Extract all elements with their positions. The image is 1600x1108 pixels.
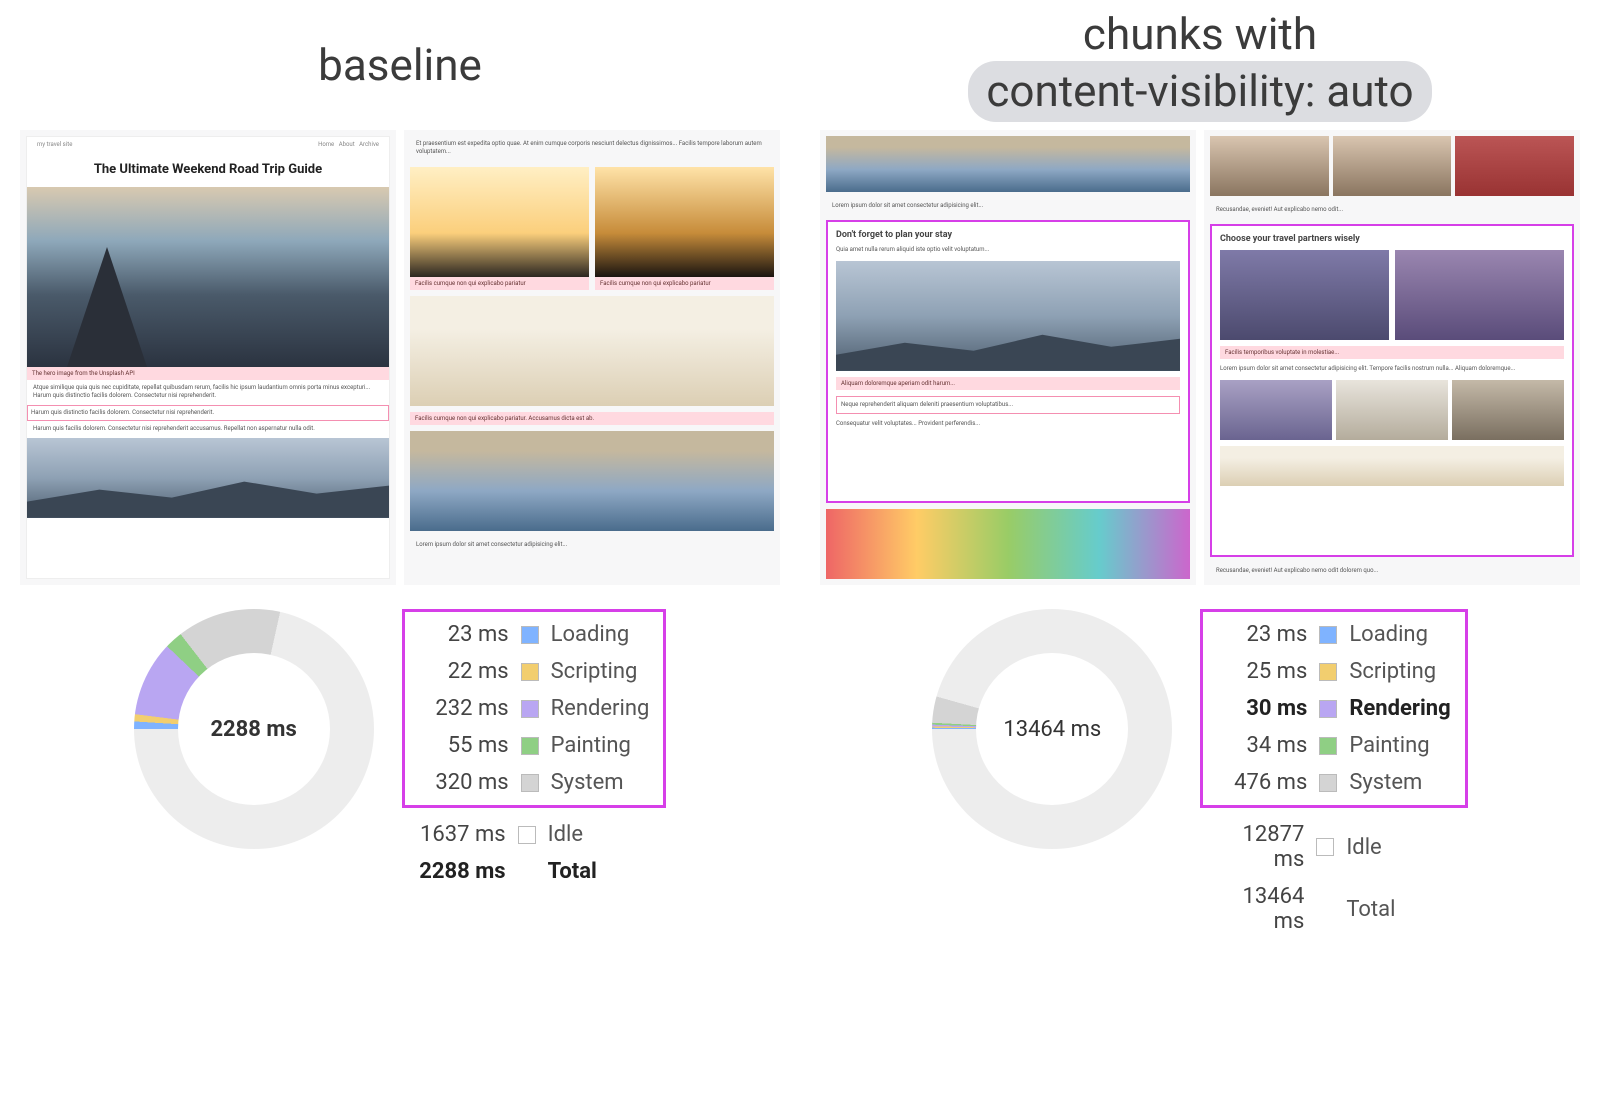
cv-title: chunks with content-visibility: auto	[968, 8, 1431, 122]
mock-hero-caption: The hero image from the Unsplash API	[27, 367, 389, 380]
mock-thumb	[1455, 136, 1574, 196]
mock-thumb-row	[1210, 136, 1574, 196]
cv-perf-summary: 13464 ms 23 msLoading 25 msScripting 30 …	[820, 609, 1580, 944]
cv-screenshots: Lorem ipsum dolor sit amet consectetur a…	[820, 130, 1580, 585]
mock-thumb	[1210, 136, 1329, 196]
legend-row-scripting: 25 msScripting	[1217, 659, 1450, 684]
cv-selected-chunk-left: Don't forget to plan your stay Quia amet…	[826, 220, 1190, 503]
mock-text: Quia amet nulla rerum aliquid iste optio…	[836, 246, 1180, 254]
cv-legend-wrap: 23 msLoading 25 msScripting 30 msRenderi…	[1200, 609, 1467, 944]
mock-hero-image	[27, 187, 389, 367]
cv-title-pill: content-visibility: auto	[968, 61, 1431, 122]
swatch-rendering	[521, 700, 539, 718]
mock-body-text-2: Harum quis facilis dolorem. Consectetur …	[27, 421, 389, 437]
swatch-painting	[521, 737, 539, 755]
chunk-heading: Choose your travel partners wisely	[1220, 234, 1564, 244]
mock-body-text-3: Et praesentium est expedita optio quae. …	[410, 136, 774, 161]
legend-row-idle: 12877 msIdle	[1214, 822, 1453, 872]
baseline-donut-total: 2288 ms	[210, 717, 296, 742]
legend-row-loading: 23 msLoading	[419, 622, 650, 647]
baseline-legend-wrap: 23 msLoading 22 msScripting 232 msRender…	[402, 609, 667, 894]
legend-row-painting: 34 msPainting	[1217, 733, 1450, 758]
mock-caption: Facilis cumque non qui explicabo pariatu…	[410, 412, 774, 425]
swatch-painting	[1319, 737, 1337, 755]
mock-thumb	[1336, 380, 1448, 440]
cv-screenshot-left: Lorem ipsum dolor sit amet consectetur a…	[820, 130, 1196, 585]
swatch-system	[521, 774, 539, 792]
mock-text: Recusandae, eveniet! Aut explicabo nemo …	[1210, 563, 1574, 579]
cv-title-line1: chunks with	[968, 8, 1431, 61]
mock-text: Recusandae, eveniet! Aut explicabo nemo …	[1210, 202, 1574, 218]
baseline-screenshot-left: my travel siteHome About Archive The Ult…	[20, 130, 396, 585]
legend-row-system: 476 msSystem	[1217, 770, 1450, 795]
cv-donut-chart: 13464 ms	[932, 609, 1172, 849]
swatch-idle	[518, 826, 536, 844]
cv-donut-total: 13464 ms	[1003, 717, 1101, 742]
swatch-scripting	[521, 663, 539, 681]
mock-thumb	[1452, 380, 1564, 440]
legend-row-painting: 55 msPainting	[419, 733, 650, 758]
mock-callout: Harum quis distinctio facilis dolorem. C…	[27, 405, 389, 421]
legend-row-rendering: 232 msRendering	[419, 696, 650, 721]
cv-screenshot-right: Recusandae, eveniet! Aut explicabo nemo …	[1204, 130, 1580, 585]
swatch-scripting	[1319, 663, 1337, 681]
baseline-legend-highlighted: 23 msLoading 22 msScripting 232 msRender…	[402, 609, 667, 808]
mock-caption: Facilis temporibus voluptate in molestia…	[1220, 346, 1564, 359]
baseline-perf-summary: 2288 ms 23 msLoading 22 msScripting 232 …	[20, 609, 780, 894]
legend-row-total: 13464 msTotal	[1214, 884, 1453, 934]
mock-purple-image	[1395, 250, 1564, 340]
swatch-loading	[521, 626, 539, 644]
comparison-figure: baseline my travel siteHome About Archiv…	[0, 0, 1600, 964]
mock-bike-image: Facilis cumque non qui explicabo pariatu…	[410, 167, 589, 290]
mock-image-pair	[1220, 250, 1564, 340]
baseline-screenshot-right: Et praesentium est expedita optio quae. …	[404, 130, 780, 585]
mock-denim-image	[410, 431, 774, 531]
mock-thumb	[1333, 136, 1452, 196]
swatch-system	[1319, 774, 1337, 792]
baseline-column: baseline my travel siteHome About Archiv…	[0, 0, 800, 964]
chunk-heading: Don't forget to plan your stay	[836, 230, 1180, 240]
mock-nav: my travel siteHome About Archive	[27, 137, 389, 152]
mock-mountain-image	[27, 438, 389, 518]
mock-silhouette-image: Facilis cumque non qui explicabo pariatu…	[595, 167, 774, 290]
mock-beach-image	[1220, 446, 1564, 486]
baseline-title-row: baseline	[318, 0, 482, 130]
mock-callout: Neque reprehenderit aliquam deleniti pra…	[836, 396, 1180, 414]
cv-legend-extra: 12877 msIdle 13464 msTotal	[1200, 808, 1467, 944]
baseline-title: baseline	[318, 39, 482, 91]
blog-page-mock: my travel siteHome About Archive The Ult…	[26, 136, 390, 579]
mock-beach-image	[410, 296, 774, 406]
baseline-legend-extra: 1637 msIdle 2288 msTotal	[402, 808, 667, 894]
cv-legend-highlighted: 23 msLoading 25 msScripting 30 msRenderi…	[1200, 609, 1467, 808]
mock-thumb-row	[1220, 380, 1564, 440]
mock-text: Consequatur velit voluptates... Providen…	[836, 420, 1180, 428]
swatch-loading	[1319, 626, 1337, 644]
swatch-rendering	[1319, 700, 1337, 718]
cv-selected-chunk-right: Choose your travel partners wisely Facil…	[1210, 224, 1574, 556]
legend-row-system: 320 msSystem	[419, 770, 650, 795]
baseline-screenshots: my travel siteHome About Archive The Ult…	[20, 130, 780, 585]
mock-mountain-image	[836, 261, 1180, 371]
legend-row-total: 2288 msTotal	[416, 859, 653, 884]
mock-text: Lorem ipsum dolor sit amet consectetur a…	[1220, 365, 1564, 373]
swatch-idle	[1316, 838, 1334, 856]
baseline-donut-chart: 2288 ms	[134, 609, 374, 849]
mock-caption: Aliquam doloremque aperiam odit harum...	[836, 377, 1180, 390]
cv-title-row: chunks with content-visibility: auto	[968, 0, 1431, 130]
legend-row-rendering: 30 msRendering	[1217, 696, 1450, 721]
mock-page-title: The Ultimate Weekend Road Trip Guide	[27, 152, 389, 187]
mock-body-text: Atque similique quia quis nec cupiditate…	[27, 380, 389, 405]
legend-row-scripting: 22 msScripting	[419, 659, 650, 684]
mock-image-row: Facilis cumque non qui explicabo pariatu…	[410, 167, 774, 290]
content-visibility-column: chunks with content-visibility: auto Lor…	[800, 0, 1600, 964]
mock-purple-image	[1220, 250, 1389, 340]
mock-text: Lorem ipsum dolor sit amet consectetur a…	[826, 198, 1190, 214]
mock-colorful-image	[826, 509, 1190, 579]
mock-top-image	[826, 136, 1190, 192]
mock-body-text-4: Lorem ipsum dolor sit amet consectetur a…	[410, 537, 774, 553]
legend-row-loading: 23 msLoading	[1217, 622, 1450, 647]
mock-thumb	[1220, 380, 1332, 440]
legend-row-idle: 1637 msIdle	[416, 822, 653, 847]
